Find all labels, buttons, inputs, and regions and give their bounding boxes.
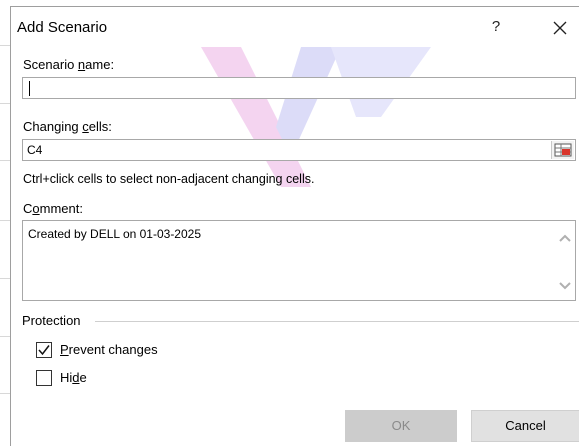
help-button[interactable]: ? [484,15,508,39]
comment-text: Created by DELL on 01-03-2025 [28,227,202,241]
text-caret [29,81,30,96]
changing-cells-label: Changing cells: [23,119,112,134]
close-icon [553,21,567,35]
add-scenario-dialog: Add Scenario ? Scenario name: Changing c… [10,6,579,446]
close-button[interactable] [547,15,573,41]
background-gridline [0,278,10,279]
scenario-name-label: Scenario name: [23,57,115,72]
scroll-down-button[interactable] [558,279,572,291]
background-gridline [0,336,10,337]
range-picker-button[interactable] [551,141,574,159]
prevent-changes-label: Prevent changes [60,342,158,357]
dialog-title: Add Scenario [17,19,108,36]
chevron-down-icon [559,282,571,290]
changing-cells-input[interactable]: C4 [22,139,576,161]
ok-button[interactable]: OK [345,410,457,442]
hide-checkbox[interactable] [36,370,52,386]
cancel-button[interactable]: Cancel [471,410,579,442]
protection-group-title: Protection [22,313,87,328]
background-gridline [0,45,10,46]
selection-hint: Ctrl+click cells to select non-adjacent … [23,172,315,186]
range-picker-icon [554,143,572,157]
background-gridline [0,103,10,104]
background-gridline [0,160,10,161]
checkmark-icon [38,345,50,356]
prevent-changes-checkbox[interactable] [36,342,52,358]
chevron-up-icon [559,234,571,242]
protection-group-divider [95,321,579,322]
comment-label: Comment: [23,201,83,216]
scroll-up-button[interactable] [558,231,572,243]
hide-label: Hide [60,370,87,385]
scenario-name-input[interactable] [22,77,576,99]
changing-cells-value: C4 [27,143,43,157]
background-gridline [0,393,10,394]
comment-textarea[interactable]: Created by DELL on 01-03-2025 [22,220,576,301]
background-gridline [0,220,10,221]
